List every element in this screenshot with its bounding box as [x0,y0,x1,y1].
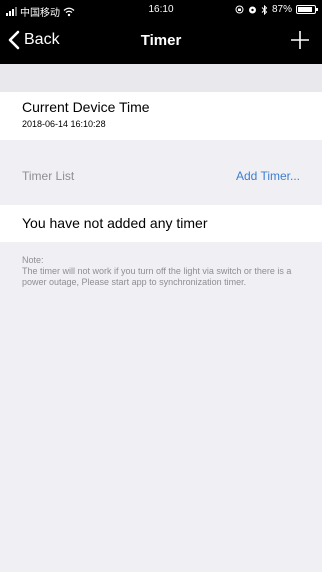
timer-screen: 中国移动 16:10 87% Back Timer Current Device… [0,0,322,572]
bluetooth-icon [261,4,268,15]
status-bar: 中国移动 16:10 87% [0,0,322,20]
battery-percent: 87% [271,4,292,15]
battery-icon [296,5,318,14]
battery-fill [298,7,312,12]
timer-note: Note: The timer will not work if you tur… [22,255,314,288]
timer-list-label: Timer List [22,169,75,183]
note-body: The timer will not work if you turn off … [22,266,292,287]
status-right: 87% [235,4,318,15]
device-time-title: Current Device Time [22,99,150,115]
add-timer-button[interactable]: Add Timer... [236,169,300,183]
device-time-value: 2018-06-14 16:10:28 [22,119,106,129]
timer-list-header: Timer List Add Timer... [0,160,322,192]
note-heading: Note: [22,255,44,265]
device-time-section: Current Device Time 2018-06-14 16:10:28 [0,92,322,140]
empty-timer-text: You have not added any timer [22,215,208,231]
page-title: Timer [140,32,182,49]
add-icon[interactable] [286,26,314,54]
lock-rotation-icon [235,5,244,14]
alarm-icon [248,6,256,14]
timer-list-empty: You have not added any timer [0,205,322,242]
header-spacer [0,64,322,92]
nav-bar: Back Timer [0,20,322,64]
